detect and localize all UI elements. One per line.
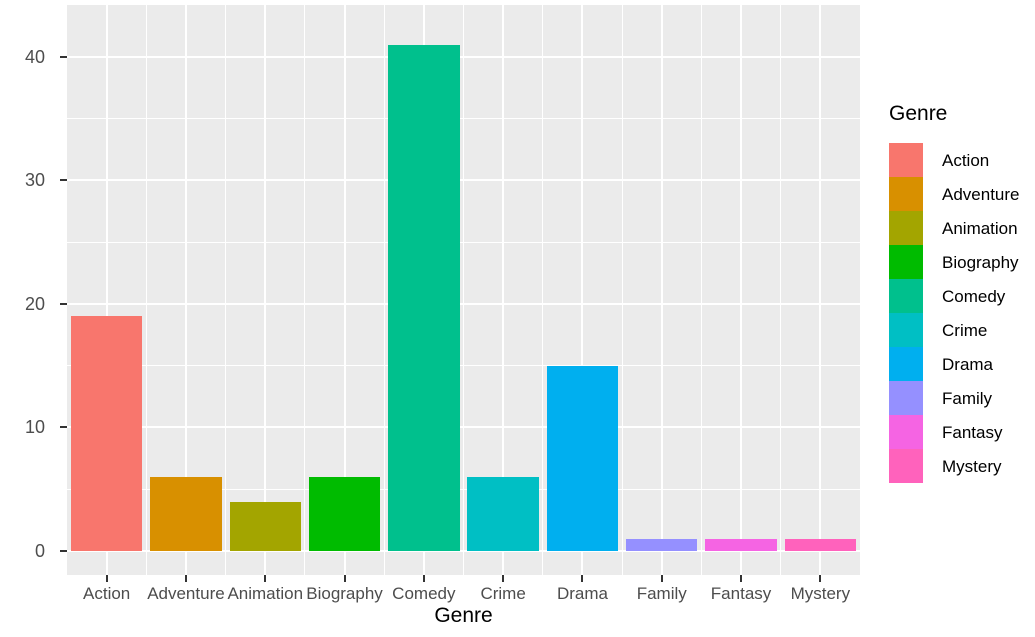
x-axis-tick-mark xyxy=(422,575,425,582)
bar-action xyxy=(70,316,143,551)
legend-key-swatch xyxy=(889,245,923,279)
legend-key-swatch xyxy=(889,381,923,415)
legend-key-swatch xyxy=(889,347,923,381)
x-axis-tick-label: Drama xyxy=(556,584,608,603)
legend-label: Comedy xyxy=(942,287,1006,306)
x-axis-tick-label: Action xyxy=(83,584,131,603)
y-axis-tick-mark xyxy=(60,550,67,552)
legend-item-fantasy: Fantasy xyxy=(889,415,1035,449)
x-axis-tick-label: Animation xyxy=(227,584,304,603)
x-axis-tick-label: Biography xyxy=(306,584,383,603)
legend-key-swatch xyxy=(889,177,923,211)
legend-title: Genre xyxy=(889,102,948,125)
bar-family xyxy=(626,538,698,551)
x-axis-tick-mark xyxy=(343,575,346,582)
legend-label: Crime xyxy=(942,321,988,340)
x-axis-tick-label: Family xyxy=(636,584,687,603)
legend-label: Action xyxy=(942,151,990,170)
legend-key-swatch xyxy=(889,279,923,313)
legend-item-drama: Drama xyxy=(889,347,1035,381)
legend-key-swatch xyxy=(889,143,923,177)
legend-item-mystery: Mystery xyxy=(889,449,1035,483)
chart-root: 0 10 20 30 40 Action Adventure Animation Biogra… xyxy=(0,0,1035,637)
y-axis-tick-label: 30 xyxy=(24,170,45,191)
plot-panel xyxy=(67,5,860,575)
legend-key-swatch xyxy=(889,449,923,483)
gridline-minor-vertical xyxy=(383,5,385,575)
gridline-minor-vertical xyxy=(225,5,227,575)
x-axis-tick-label: Comedy xyxy=(392,584,456,603)
x-axis-tick-mark xyxy=(819,575,822,582)
bar-biography xyxy=(308,476,381,551)
legend-key-swatch xyxy=(889,313,923,347)
legend-item-family: Family xyxy=(889,381,1035,415)
gridline-minor-vertical xyxy=(304,5,306,575)
legend-item-action: Action xyxy=(889,143,1035,177)
x-axis-tick-label: Mystery xyxy=(790,584,851,603)
gridline-minor-vertical xyxy=(463,5,464,575)
legend-item-crime: Crime xyxy=(889,313,1035,347)
x-axis-tick-mark xyxy=(740,575,743,582)
gridline-minor-vertical xyxy=(621,5,623,575)
x-axis-tick-label: Crime xyxy=(480,584,526,603)
y-axis-tick-mark xyxy=(60,179,67,182)
legend-label: Fantasy xyxy=(942,423,1003,442)
gridline-major-vertical xyxy=(740,5,743,575)
legend-label: Family xyxy=(942,389,993,408)
legend-item-biography: Biography xyxy=(889,245,1035,279)
gridline-minor-vertical xyxy=(542,5,544,575)
legend-label: Biography xyxy=(942,253,1019,272)
bar-mystery xyxy=(784,538,857,551)
gridline-major-vertical xyxy=(819,5,822,575)
y-axis-tick-label: 40 xyxy=(24,46,45,67)
bar-drama xyxy=(546,365,619,551)
legend-key-swatch xyxy=(889,211,923,245)
y-axis-tick-mark xyxy=(60,55,67,58)
x-axis-tick-mark xyxy=(660,575,663,582)
gridline-minor-vertical xyxy=(780,5,782,575)
bar-fantasy xyxy=(705,538,777,551)
x-axis-tick-mark xyxy=(264,575,267,582)
y-axis-tick-label: 0 xyxy=(34,541,45,561)
x-axis-tick-mark xyxy=(581,575,584,582)
gridline-minor-vertical xyxy=(700,5,702,575)
legend-label: Animation xyxy=(942,219,1018,238)
y-axis-tick-mark xyxy=(60,302,67,305)
bar-comedy xyxy=(388,44,460,551)
gridline-major-vertical xyxy=(264,5,267,575)
bar-animation xyxy=(229,501,301,551)
y-axis-tick-label: 10 xyxy=(24,417,45,438)
y-axis-tick-label: 20 xyxy=(24,293,45,314)
x-axis-tick-label: Adventure xyxy=(147,584,225,603)
x-axis-tick-label: Fantasy xyxy=(710,584,772,603)
x-axis-tick-mark xyxy=(105,575,108,582)
legend-label: Drama xyxy=(942,355,994,374)
gridline-major-vertical xyxy=(660,5,663,575)
legend-label: Adventure xyxy=(942,185,1020,204)
legend-item-animation: Animation xyxy=(889,211,1035,245)
legend-item-comedy: Comedy xyxy=(889,279,1035,313)
x-axis-title: Genre xyxy=(434,604,493,627)
legend-label: Mystery xyxy=(942,457,1002,476)
x-axis-tick-mark xyxy=(184,575,187,582)
legend-key-swatch xyxy=(889,415,923,449)
bar-crime xyxy=(467,476,539,551)
legend-item-adventure: Adventure xyxy=(889,177,1035,211)
bar-adventure xyxy=(150,476,222,551)
x-axis-tick-mark xyxy=(502,575,505,582)
gridline-minor-vertical xyxy=(145,5,147,575)
y-axis-tick-mark xyxy=(60,426,67,429)
